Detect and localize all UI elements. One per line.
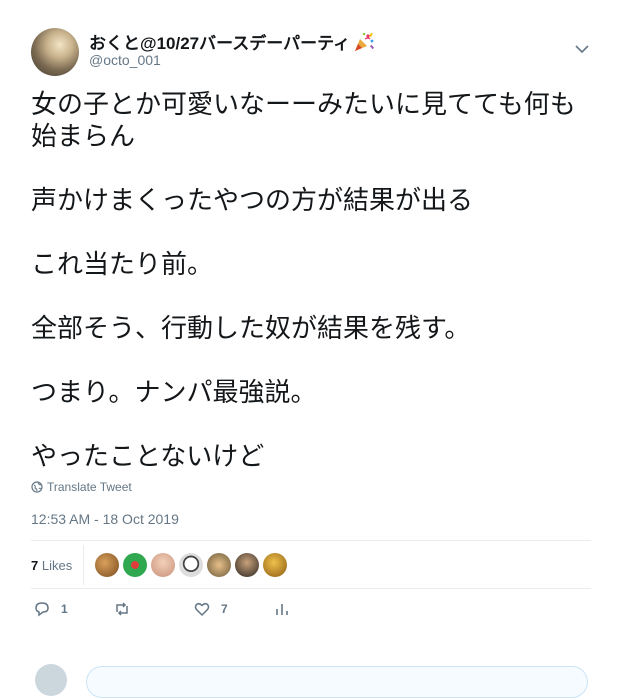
- likes-count-link[interactable]: 7 Likes: [31, 558, 72, 573]
- liker-avatar[interactable]: [263, 553, 288, 577]
- analytics-icon: [276, 604, 288, 615]
- tweet-text-line: やったことないけど: [31, 441, 265, 471]
- liker-avatar[interactable]: [123, 553, 148, 577]
- divider: [83, 545, 85, 585]
- liker-avatars: [95, 553, 291, 577]
- likes-count: 7: [31, 557, 39, 573]
- liker-avatar[interactable]: [151, 553, 176, 577]
- tweet-text-line: 声かけまくったやつの方が結果が出る: [31, 185, 474, 215]
- liker-avatar[interactable]: [95, 553, 120, 577]
- display-name[interactable]: おくと@10/27バースデーパーティ: [89, 29, 350, 54]
- author-handle[interactable]: @octo_001: [89, 52, 161, 68]
- likes-label: Likes: [41, 557, 73, 573]
- analytics-button[interactable]: [273, 600, 291, 618]
- author-avatar[interactable]: [31, 28, 79, 76]
- tweet-card: おくと@10/27バースデーパーティ @octo_001 女の子とか可愛いなーー…: [0, 0, 624, 698]
- likes-row: 7 Likes: [31, 545, 591, 585]
- liker-avatar[interactable]: [207, 553, 232, 577]
- retweet-button[interactable]: [113, 600, 131, 618]
- retweet-icon: [116, 602, 128, 616]
- divider: [31, 540, 591, 541]
- reply-count: 1: [61, 602, 68, 616]
- liker-avatar[interactable]: [235, 553, 260, 577]
- divider: [31, 588, 591, 589]
- party-popper-icon: [355, 32, 375, 51]
- tweet-text-line: これ当たり前。: [31, 249, 214, 279]
- tweet-timestamp[interactable]: 12:53 AM - 18 Oct 2019: [31, 511, 179, 527]
- translate-label: Translate Tweet: [47, 480, 132, 494]
- reply-button[interactable]: 1: [33, 600, 68, 618]
- like-button[interactable]: 7: [193, 600, 228, 618]
- reply-icon: [35, 602, 49, 617]
- reply-compose-area: [0, 650, 624, 698]
- action-bar: 1 7: [31, 600, 331, 622]
- chevron-down-icon[interactable]: [574, 43, 590, 55]
- author-name-row[interactable]: おくと@10/27バースデーパーティ: [89, 29, 375, 54]
- tweet-text: 女の子とか可愛いなーーみたいに見てても何も始まらん 声かけまくったやつの方が結果…: [31, 88, 591, 472]
- translate-tweet-link[interactable]: Translate Tweet: [31, 480, 132, 494]
- tweet-text-line: 全部そう、行動した奴が結果を残す。: [31, 313, 471, 343]
- heart-icon: [194, 602, 210, 617]
- like-count: 7: [221, 602, 228, 616]
- tweet-text-line: 女の子とか可愛いなーーみたいに見てても何も始まらん: [31, 89, 576, 151]
- current-user-avatar: [35, 664, 67, 696]
- tweet-text-line: つまり。ナンパ最強説。: [31, 377, 317, 407]
- liker-avatar[interactable]: [179, 553, 204, 577]
- globe-icon: [31, 481, 43, 493]
